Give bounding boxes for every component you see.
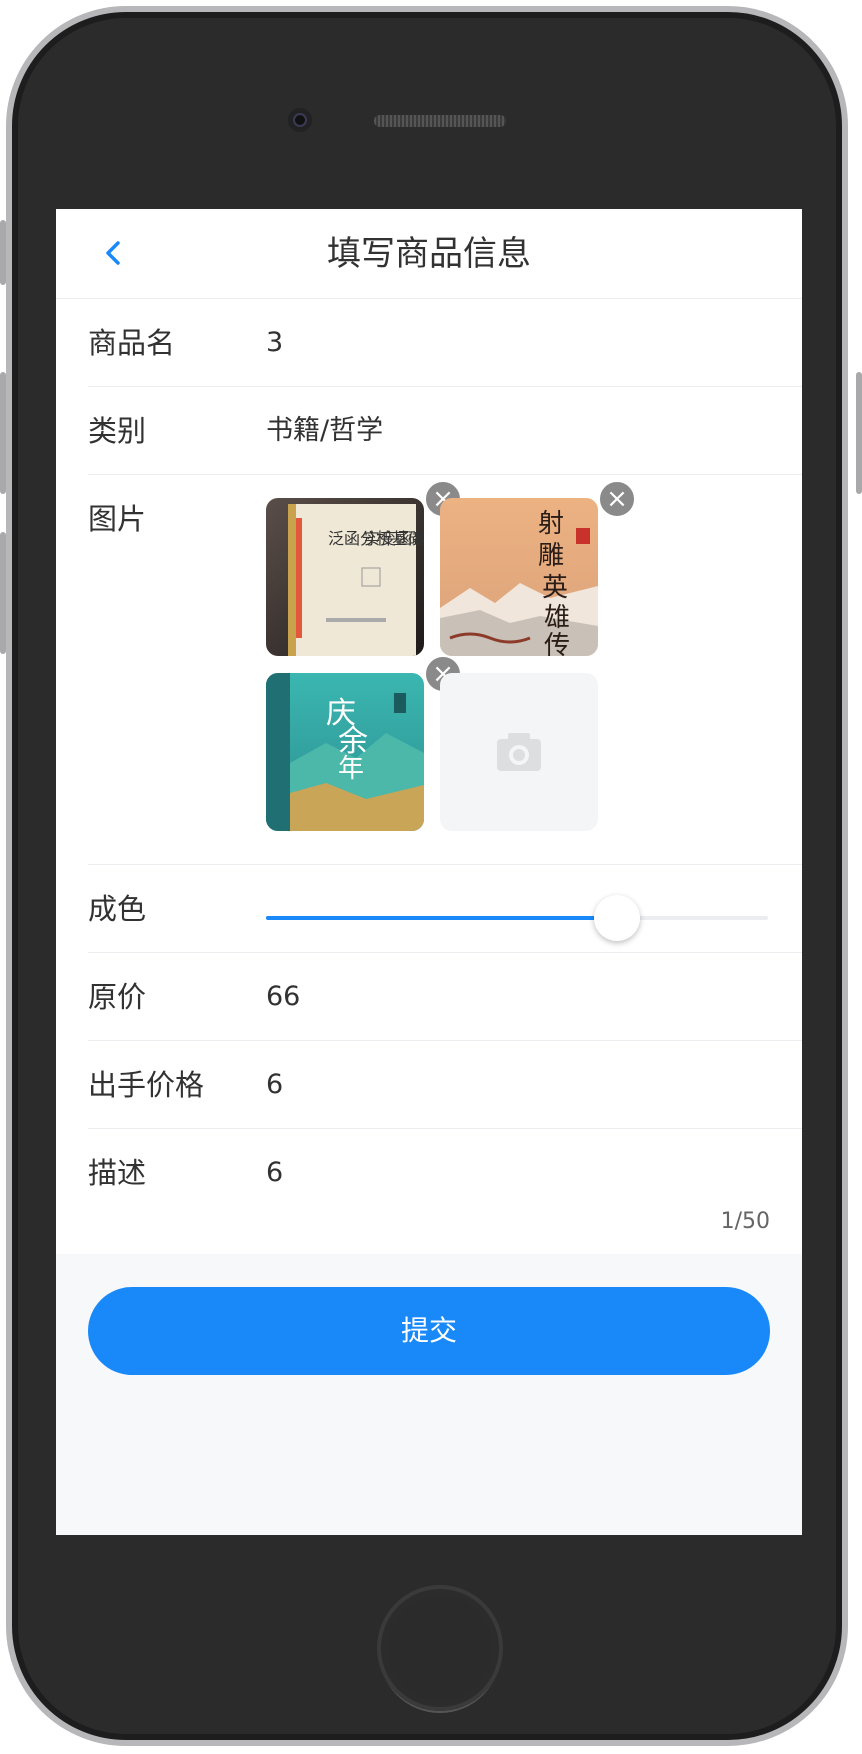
field-sale-price[interactable]: 出手价格 6 [88,1041,802,1129]
field-condition: 成色 [88,865,802,953]
book-cover-qingyunian-image: 庆 余 年 [266,673,424,831]
description-label: 描述 [88,1156,147,1190]
image-uploader[interactable] [440,673,598,831]
front-camera [288,108,312,132]
book-cover-wuxia-image: 射 雕 英 雄 传 [440,498,598,656]
field-description[interactable]: 描述 6 1/50 [88,1129,802,1253]
image-thumb-1[interactable]: 实变函数与 泛函分析基础 [266,498,424,656]
sale-price-label: 出手价格 [88,1068,205,1102]
volume-down-button [0,532,6,654]
book-cover-math-image: 实变函数与 泛函分析基础 [266,498,424,656]
nav-bar: 填写商品信息 [56,209,802,299]
field-original-price[interactable]: 原价 66 [88,953,802,1041]
mute-switch [0,220,6,285]
page-title: 填写商品信息 [327,234,531,274]
svg-text:泛函分析基础: 泛函分析基础 [328,529,424,548]
home-button[interactable] [377,1585,503,1711]
description-word-count: 1/50 [720,1209,770,1234]
condition-slider-fill [266,916,618,920]
field-product-name[interactable]: 商品名 3 [88,299,802,387]
earpiece-speaker [374,115,506,127]
category-input[interactable]: 书籍/哲学 [266,387,383,475]
svg-text:英: 英 [542,573,568,603]
image-thumb-3[interactable]: 庆 余 年 [266,673,424,831]
svg-text:雕: 雕 [538,541,564,571]
sale-price-input[interactable]: 6 [266,1041,283,1129]
camera-icon [497,733,541,771]
field-category[interactable]: 类别 书籍/哲学 [88,387,802,475]
delete-image-2-icon[interactable]: × [598,480,636,518]
original-price-label: 原价 [88,980,147,1014]
svg-text:雄: 雄 [544,603,570,633]
images-label: 图片 [88,502,147,536]
original-price-input[interactable]: 66 [266,953,300,1041]
submit-button[interactable]: 提交 [88,1287,770,1375]
condition-slider-thumb[interactable] [594,895,641,941]
field-images: 图片 实变函数与 泛函分析基础 [88,475,802,865]
image-thumb-2[interactable]: 射 雕 英 雄 传 [440,498,598,656]
app-screen: 填写商品信息 商品名 3 类别 书籍/哲学 图片 实变函数 泛函分析基础 × 射… [56,209,802,1535]
description-textarea[interactable]: 6 [266,1129,283,1217]
product-form: 商品名 3 类别 书籍/哲学 图片 实变函数 泛函分析基础 × 射 雕 英 雄 … [56,299,802,1254]
power-button [856,372,862,494]
svg-text:传: 传 [544,631,570,656]
product-name-input[interactable]: 3 [266,299,283,387]
product-name-label: 商品名 [88,326,176,360]
condition-label: 成色 [88,892,147,926]
svg-text:射: 射 [538,509,564,539]
volume-up-button [0,372,6,494]
category-label: 类别 [88,414,147,448]
svg-text:年: 年 [338,754,364,784]
condition-slider[interactable] [266,916,768,920]
